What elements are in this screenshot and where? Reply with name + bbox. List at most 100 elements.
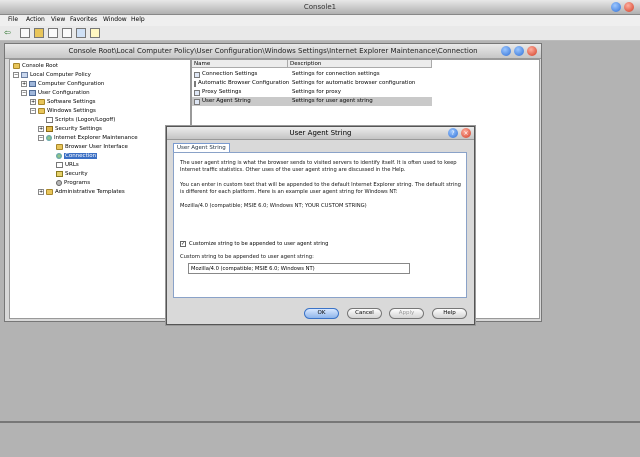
collapse-icon[interactable]: −	[30, 108, 36, 114]
console-tree-icon[interactable]	[20, 28, 30, 38]
tree-node-label: Scripts (Logon/Logoff)	[55, 117, 116, 123]
collapse-icon[interactable]: −	[38, 135, 44, 141]
user-agent-string-dialog: User Agent String ? × User Agent String …	[166, 126, 475, 325]
tree-node-windows-settings[interactable]: − Windows Settings	[30, 107, 96, 115]
row-description: Settings for connection settings	[292, 71, 380, 77]
setting-icon	[194, 80, 196, 87]
tree-node-label: Software Settings	[47, 99, 96, 105]
minimize-icon[interactable]	[611, 2, 621, 12]
console-title-bar[interactable]: Console1	[0, 0, 640, 15]
tree-node-security-settings[interactable]: + Security Settings	[38, 125, 102, 133]
help-button[interactable]: Help	[432, 308, 467, 319]
tree-node-urls[interactable]: URLs	[56, 161, 79, 169]
status-bar	[0, 421, 640, 423]
custom-string-input[interactable]	[188, 263, 410, 274]
tab-user-agent-string[interactable]: User Agent String	[173, 143, 230, 152]
list-row-connection-settings[interactable]: Connection Settings Settings for connect…	[192, 70, 432, 79]
back-icon[interactable]: ⇦	[4, 28, 14, 38]
column-header-name[interactable]: Name	[192, 60, 288, 68]
close-icon[interactable]	[527, 46, 537, 56]
menu-view[interactable]: View	[51, 16, 65, 23]
folder-icon	[13, 63, 20, 69]
tree-node-label: Local Computer Policy	[30, 72, 91, 78]
toolbar: ⇦	[0, 26, 640, 41]
menu-file[interactable]: File	[8, 16, 18, 23]
export-list-icon[interactable]	[62, 28, 72, 38]
minimize-icon[interactable]	[501, 46, 511, 56]
maximize-icon[interactable]	[514, 46, 524, 56]
column-header-description[interactable]: Description	[288, 60, 432, 68]
collapse-icon[interactable]: −	[21, 90, 27, 96]
up-folder-icon[interactable]	[34, 28, 44, 38]
gear-icon	[56, 180, 62, 186]
tree-node-security[interactable]: Security	[56, 170, 88, 178]
globe-icon	[46, 135, 52, 141]
custom-string-label: Custom string to be appended to user age…	[180, 254, 314, 260]
console-tree[interactable]: Console Root − Local Computer Policy + C…	[9, 59, 191, 319]
list-row-user-agent-string[interactable]: User Agent String Settings for user agen…	[192, 97, 432, 106]
row-description: Settings for automatic browser configura…	[292, 80, 416, 86]
setting-icon	[194, 89, 200, 96]
dialog-title-bar[interactable]: User Agent String ? ×	[167, 127, 474, 140]
tree-node-label: Connection	[64, 153, 98, 159]
setting-icon	[194, 98, 200, 105]
script-icon	[46, 117, 53, 123]
menu-action[interactable]: Action	[26, 16, 45, 23]
expand-icon[interactable]: +	[30, 99, 36, 105]
tree-node-internet-explorer-maintenance[interactable]: − Internet Explorer Maintenance	[38, 134, 138, 142]
ok-button[interactable]: OK	[304, 308, 339, 319]
tree-node-label: URLs	[65, 162, 79, 168]
menu-bar: File Action View Favorites Window Help	[0, 15, 640, 26]
checkbox-label: Customize string to be appended to user …	[189, 241, 329, 247]
folder-icon	[38, 108, 45, 114]
expand-icon[interactable]: +	[38, 189, 44, 195]
tree-node-administrative-templates[interactable]: + Administrative Templates	[38, 188, 125, 196]
show-hide-icon[interactable]	[48, 28, 58, 38]
tree-node-local-computer-policy[interactable]: − Local Computer Policy	[13, 71, 91, 79]
tree-node-label: Browser User Interface	[65, 144, 128, 150]
tree-node-programs[interactable]: Programs	[56, 179, 90, 187]
expand-icon[interactable]: +	[21, 81, 27, 87]
inner-title-bar[interactable]: Console Root\Local Computer Policy\User …	[5, 44, 541, 59]
setting-icon	[194, 71, 200, 78]
checkbox-checked-icon[interactable]: ✓	[180, 241, 186, 247]
description-text: The user agent string is what the browse…	[180, 160, 457, 173]
tree-node-browser-user-interface[interactable]: Browser User Interface	[56, 143, 128, 151]
tree-node-scripts[interactable]: Scripts (Logon/Logoff)	[46, 116, 115, 124]
tree-node-software-settings[interactable]: + Software Settings	[30, 98, 96, 106]
row-description: Settings for proxy	[292, 89, 341, 95]
tree-node-connection[interactable]: Connection	[56, 152, 98, 160]
collapse-icon[interactable]: −	[13, 72, 19, 78]
tree-node-label: Security Settings	[55, 126, 102, 132]
list-row-proxy-settings[interactable]: Proxy Settings Settings for proxy	[192, 88, 432, 97]
tree-node-label: Programs	[64, 180, 91, 186]
list-row-automatic-browser-configuration[interactable]: Automatic Browser Configuration Settings…	[192, 79, 432, 88]
tree-node-label: Computer Configuration	[38, 81, 105, 87]
console-title: Console1	[303, 3, 337, 11]
help-icon[interactable]	[90, 28, 100, 38]
properties-icon[interactable]	[76, 28, 86, 38]
customize-checkbox[interactable]: ✓ Customize string to be appended to use…	[180, 241, 328, 247]
cancel-button[interactable]: Cancel	[347, 308, 382, 319]
menu-window[interactable]: Window	[103, 16, 127, 23]
tree-node-console-root[interactable]: Console Root	[13, 62, 58, 70]
close-icon[interactable]	[624, 2, 634, 12]
tree-node-label: Administrative Templates	[55, 189, 125, 195]
folder-icon	[46, 189, 53, 195]
row-name: Proxy Settings	[202, 89, 242, 95]
computer-icon	[29, 81, 36, 87]
menu-help[interactable]: Help	[131, 16, 145, 23]
folder-icon	[38, 99, 45, 105]
apply-button[interactable]: Apply	[389, 308, 424, 319]
tree-node-label: Console Root	[22, 63, 59, 69]
expand-icon[interactable]: +	[38, 126, 44, 132]
help-icon[interactable]: ?	[448, 128, 458, 138]
computer-icon	[29, 90, 36, 96]
url-icon	[56, 162, 63, 168]
tree-node-computer-configuration[interactable]: + Computer Configuration	[21, 80, 104, 88]
tree-node-user-configuration[interactable]: − User Configuration	[21, 89, 90, 97]
row-name: Automatic Browser Configuration	[198, 80, 290, 86]
close-icon[interactable]: ×	[461, 128, 471, 138]
menu-favorites[interactable]: Favorites	[70, 16, 97, 23]
tree-node-label: Internet Explorer Maintenance	[54, 135, 138, 141]
